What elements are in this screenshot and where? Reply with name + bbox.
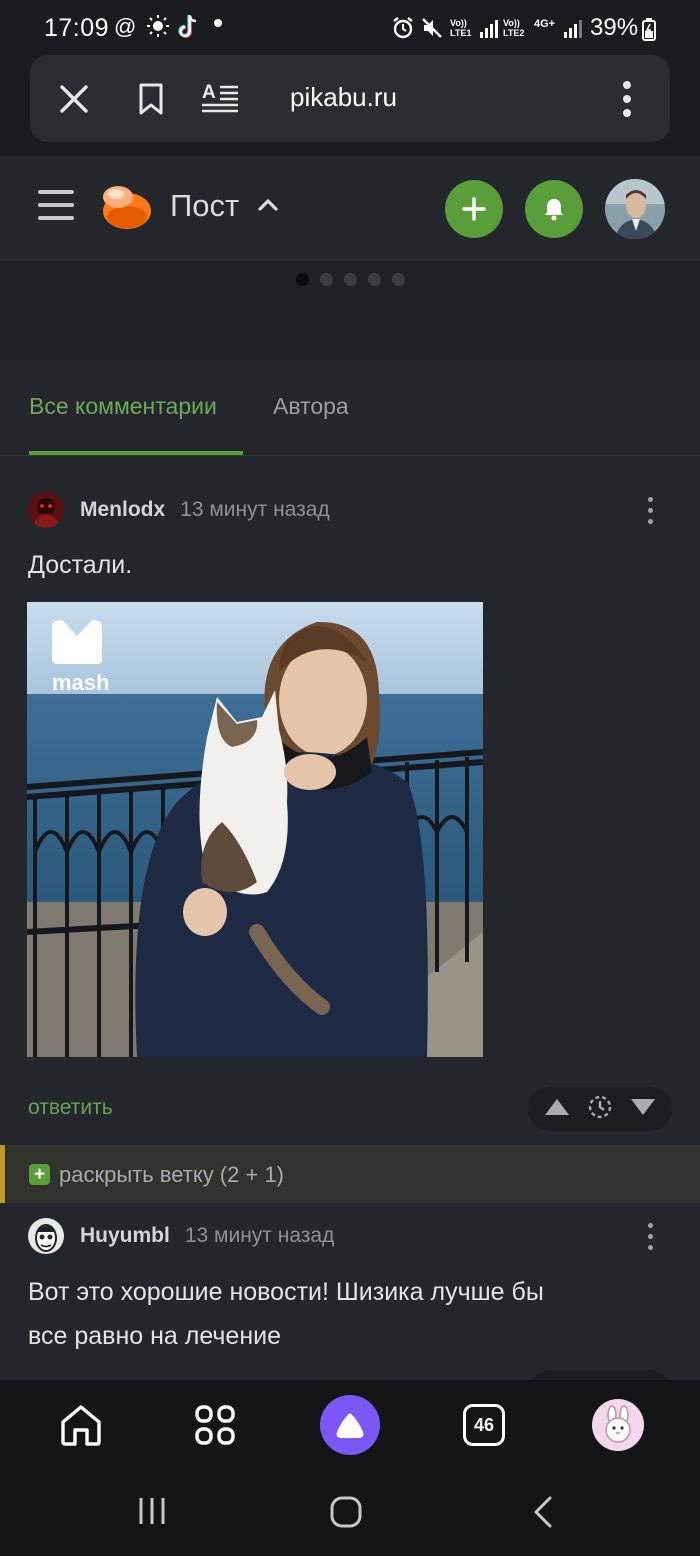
comment-text: Вот это хорошие новости! Шизика лучше бы…: [28, 1270, 544, 1358]
comments-section: Все комментарии Автора Menlodx 13 минут …: [0, 360, 700, 1414]
home-icon[interactable]: [56, 1400, 106, 1450]
profile-icon[interactable]: [592, 1399, 644, 1451]
site-header: Пост: [0, 156, 700, 260]
add-icon: [462, 197, 486, 221]
notifications-button[interactable]: [525, 180, 583, 238]
tab-all-comments[interactable]: Все комментарии: [29, 393, 217, 420]
pikabu-logo[interactable]: [100, 183, 152, 231]
comment-text-line: Вот это хорошие новости! Шизика лучше бы: [28, 1278, 544, 1306]
bell-icon: [545, 199, 563, 221]
menu-icon[interactable]: [38, 190, 74, 224]
carousel: [0, 260, 700, 360]
comment-image[interactable]: mash: [27, 602, 483, 1057]
tabs-count: 46: [473, 1414, 495, 1435]
active-tab-indicator: [29, 451, 243, 455]
dot-icon: [214, 19, 222, 27]
battery-icon: [642, 17, 656, 46]
avatar[interactable]: [28, 492, 64, 528]
4g-icon: 4G+: [534, 18, 556, 30]
status-bar: 17:09 @ Vo)) LTE1 Vo)) LTE2 4G+ 39%: [0, 0, 700, 58]
add-post-button[interactable]: [445, 180, 503, 238]
comment-author[interactable]: Menlodx: [80, 498, 165, 522]
reader-mode-icon[interactable]: A: [198, 77, 242, 121]
recents-icon[interactable]: [137, 1496, 167, 1526]
more-vert-icon[interactable]: [644, 497, 656, 524]
comment-header: Huyumbl 13 минут назад: [28, 1218, 334, 1254]
back-icon[interactable]: [532, 1496, 554, 1528]
comment-time[interactable]: 13 минут назад: [180, 498, 330, 522]
url-text[interactable]: pikabu.ru: [290, 82, 397, 113]
browser-address-bar: A pikabu.ru: [30, 55, 670, 142]
carousel-dot[interactable]: [392, 273, 405, 286]
arrow-down-icon[interactable]: [630, 1098, 656, 1121]
comment-header: Menlodx 13 минут назад: [28, 492, 330, 528]
assistant-icon[interactable]: [320, 1395, 380, 1455]
carousel-dots: [296, 273, 405, 286]
status-time: 17:09: [44, 14, 110, 42]
signal-icon: [479, 18, 499, 43]
comment-text: Достали.: [28, 551, 133, 579]
brightness-icon: [146, 14, 170, 44]
bookmark-icon[interactable]: [129, 77, 173, 121]
expand-thread-button[interactable]: + раскрыть ветку (2 + 1): [0, 1145, 700, 1203]
tiktok-icon: [177, 14, 199, 46]
alarm-icon: [392, 16, 414, 45]
comment-author[interactable]: Huyumbl: [80, 1224, 170, 1248]
apps-icon[interactable]: [190, 1400, 240, 1450]
browser-bottom-nav: 46: [0, 1380, 700, 1472]
carousel-dot[interactable]: [320, 273, 333, 286]
lte1-icon: Vo)) LTE1: [450, 18, 472, 38]
tabs-icon[interactable]: 46: [459, 1400, 509, 1450]
comment-tabs: Все комментарии Автора: [0, 360, 700, 456]
signal-icon: [563, 18, 583, 43]
plus-icon: +: [29, 1164, 50, 1185]
comment-text-line: все равно на лечение: [28, 1322, 282, 1350]
lte2-icon: Vo)) LTE2: [503, 18, 525, 38]
chevron-up-icon[interactable]: [257, 196, 279, 217]
battery-percent: 39%: [590, 14, 639, 41]
comment-time[interactable]: 13 минут назад: [185, 1224, 335, 1248]
arrow-up-icon[interactable]: [544, 1098, 570, 1121]
more-vert-icon[interactable]: [644, 1223, 656, 1250]
expand-thread-label: раскрыть ветку (2 + 1): [59, 1162, 284, 1187]
svg-text:A: A: [202, 82, 216, 103]
tab-author[interactable]: Автора: [273, 393, 349, 420]
close-icon[interactable]: [52, 77, 96, 121]
carousel-dot[interactable]: [368, 273, 381, 286]
mute-icon: [421, 17, 443, 44]
reply-link[interactable]: ответить: [28, 1096, 113, 1120]
carousel-dot-active[interactable]: [296, 273, 309, 286]
history-icon[interactable]: [587, 1094, 613, 1125]
system-navigation-bar: [0, 1472, 700, 1556]
at-icon: @: [114, 14, 137, 39]
svg-text:mash: mash: [52, 670, 109, 695]
page-title[interactable]: Пост: [170, 188, 239, 224]
more-vert-icon[interactable]: [605, 77, 649, 121]
home-button-icon[interactable]: [330, 1496, 362, 1528]
carousel-dot[interactable]: [344, 273, 357, 286]
vote-controls: [528, 1087, 672, 1131]
user-avatar[interactable]: [605, 179, 665, 239]
avatar[interactable]: [28, 1218, 64, 1254]
